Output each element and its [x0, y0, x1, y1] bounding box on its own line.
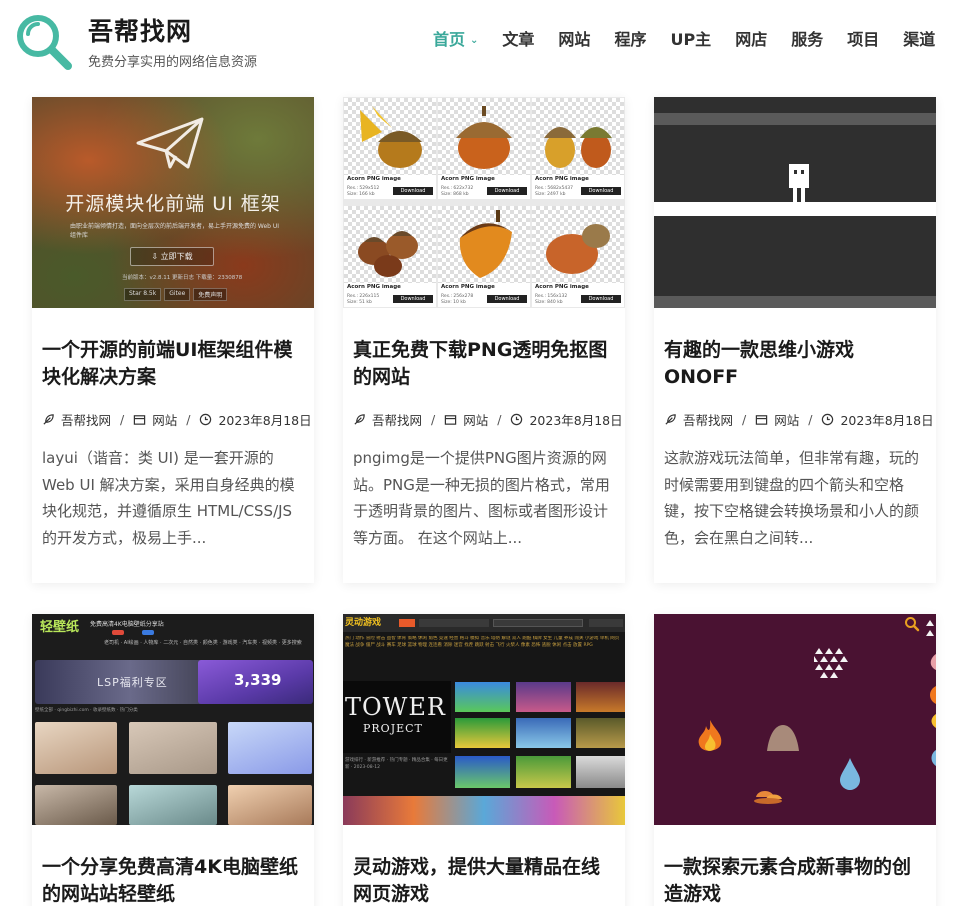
thumb-logo: 灵动游戏: [345, 618, 382, 628]
character-sprite: [789, 164, 809, 202]
search-icon[interactable]: [904, 616, 920, 632]
post-thumbnail[interactable]: [654, 614, 936, 825]
post-title[interactable]: 有趣的一款思维小游戏ONOFF: [664, 337, 928, 391]
thumb-chips: Star 8.5k Gitee 免费声明: [124, 288, 230, 301]
post-excerpt: 这款游戏玩法简单，但非常有趣，玩的时候需要用到键盘的四个箭头和空格键，按下空格键…: [664, 449, 920, 547]
post-date: 2023年8月18日: [529, 413, 623, 428]
thumb-tagline: 免费高清4K电脑壁纸分享站: [90, 621, 164, 628]
download-button: Download: [581, 187, 621, 195]
download-button: Download: [393, 187, 433, 195]
post-excerpt: layui（谐音：类 UI) 是一套开源的 Web UI 解决方案，采用自身经典…: [42, 449, 295, 547]
thumb-banner: LSP福利专区: [35, 660, 225, 704]
clock-icon: [822, 413, 834, 426]
feather-icon: [43, 414, 54, 425]
nav-item-home[interactable]: 首页 ⌄: [433, 28, 478, 54]
main-nav: 首页 ⌄ 文章 网站 程序 UP主 网店 服务 项目 渠道: [433, 28, 935, 54]
post-card[interactable]: 开源模块化前端 UI 框架 由职业前端倾情打造，面向全层次的前后端开发者，易上手…: [32, 97, 314, 583]
fire-element-icon: [698, 720, 722, 751]
chevron-down-icon: ⌄: [470, 35, 479, 46]
nav-item-channels[interactable]: 渠道: [903, 28, 935, 54]
acorn-image: [360, 106, 422, 168]
post-card[interactable]: 有趣的一款思维小游戏ONOFF 吾帮找网 / 网站 / 2023年8月18日 这…: [654, 97, 936, 583]
nav-item-websites[interactable]: 网站: [558, 28, 590, 54]
clock-icon: [200, 413, 212, 426]
post-category[interactable]: 网站: [774, 410, 799, 429]
post-thumbnail[interactable]: 开源模块化前端 UI 框架 由职业前端倾情打造，面向全层次的前后端开发者，易上手…: [32, 97, 314, 308]
post-title[interactable]: 一个分享免费高清4K电脑壁纸的网站站轻壁纸: [42, 854, 306, 906]
site-header: 吾帮找网 免费分享实用的网络信息资源 首页 ⌄ 文章 网站 程序 UP主 网店 服…: [0, 0, 970, 80]
acorn-image: [544, 127, 612, 168]
thumb-game-banner: [343, 796, 625, 825]
post-thumbnail[interactable]: 灵动游戏 热门 动作 冒险 射击 益智 体育 策略 休闲 角色 竞速 经营 格斗…: [343, 614, 625, 825]
feather-icon: [665, 414, 676, 425]
site-description: 免费分享实用的网络信息资源: [88, 55, 258, 70]
download-button: Download: [393, 295, 433, 303]
post-card[interactable]: Acorn PNG image Res.: 529x512 Size: 166 …: [343, 97, 625, 583]
site-title[interactable]: 吾帮找网: [88, 12, 192, 48]
thumb-version: 当前版本：v2.8.11 更新日志 下载量：2330878: [122, 275, 243, 281]
thumb-chip: Gitee: [164, 288, 191, 301]
nav-item-articles[interactable]: 文章: [502, 28, 534, 54]
post-date: 2023年8月18日: [840, 413, 934, 428]
thumb-logo: 轻壁纸: [40, 620, 80, 635]
nav-item-services[interactable]: 服务: [791, 28, 823, 54]
image-tile: Acorn PNG image Res.: 226x115 Size: 51 k…: [344, 206, 436, 307]
post-author[interactable]: 吾帮找网: [372, 410, 422, 429]
thumb-chip: Star 8.5k: [124, 288, 162, 301]
nav-item-shops[interactable]: 网店: [735, 28, 767, 54]
air-element-icon: [814, 648, 848, 678]
thumb-headline: 开源模块化前端 UI 框架: [65, 193, 281, 215]
post-meta: 吾帮找网 / 网站 / 2023年8月18日: [353, 410, 623, 429]
paper-plane-icon: [136, 117, 204, 169]
image-tile: Acorn PNG image Res.: 5682x5437 Size: 24…: [532, 98, 624, 199]
image-tile: Acorn PNG image Res.: 529x512 Size: 166 …: [344, 98, 436, 199]
post-date: 2023年8月18日: [218, 413, 312, 428]
image-tile: Acorn PNG image Res.: 622x732 Size: 868 …: [438, 98, 530, 199]
post-category[interactable]: 网站: [463, 410, 488, 429]
acorn-image: [459, 210, 512, 278]
acorn-image: [456, 106, 512, 169]
thumb-counter-panel: 3,339: [198, 660, 313, 704]
featured-game: TOWER PROJECT: [343, 681, 451, 753]
post-author[interactable]: 吾帮找网: [61, 410, 111, 429]
folder-icon: [445, 415, 457, 425]
post-excerpt: pngimg是一个提供PNG图片资源的网站。PNG是一种无损的图片格式，常用于透…: [353, 449, 610, 547]
nav-item-up[interactable]: UP主: [670, 28, 711, 54]
post-title[interactable]: 一款探索元素合成新事物的创造游戏: [664, 854, 928, 906]
thumb-chip: 免费声明: [193, 288, 228, 301]
post-title[interactable]: 真正免费下载PNG透明免抠图的网站: [353, 337, 617, 391]
clock-icon: [511, 413, 523, 426]
post-card[interactable]: 灵动游戏 热门 动作 冒险 射击 益智 体育 策略 休闲 角色 竞速 经营 格斗…: [343, 614, 625, 906]
post-meta: 吾帮找网 / 网站 / 2023年8月18日: [664, 410, 934, 429]
download-button: Download: [487, 187, 527, 195]
post-meta: 吾帮找网 / 网站 / 2023年8月18日: [42, 410, 312, 429]
feather-icon: [354, 414, 365, 425]
nav-item-projects[interactable]: 项目: [847, 28, 879, 54]
post-card[interactable]: 轻壁纸 免费高清4K电脑壁纸分享站 老司机 · AI绘画 · 人物库 · 二次元…: [32, 614, 314, 906]
water-element-icon: [840, 758, 860, 790]
download-button: ⇩ 立即下载: [130, 247, 214, 266]
post-thumbnail[interactable]: 轻壁纸 免费高清4K电脑壁纸分享站 老司机 · AI绘画 · 人物库 · 二次元…: [32, 614, 314, 825]
folder-icon: [134, 415, 146, 425]
partial-element-icon: [926, 620, 936, 766]
earth-element-icon: [767, 725, 799, 751]
acorn-image: [546, 224, 610, 274]
nav-item-programs[interactable]: 程序: [614, 28, 646, 54]
acorn-image: [358, 231, 418, 277]
post-author[interactable]: 吾帮找网: [683, 410, 733, 429]
post-thumbnail[interactable]: [654, 97, 936, 308]
magnifier-logo-icon[interactable]: [14, 12, 74, 72]
mushroom-element-icon: [754, 791, 782, 804]
post-title[interactable]: 一个开源的前端UI框架组件模块化解决方案: [42, 337, 306, 391]
image-tile: Acorn PNG image Res.: 256x278 Size: 10 k…: [438, 206, 530, 307]
image-tile: Acorn PNG image Res.: 156x132 Size: 840 …: [532, 206, 624, 307]
post-card[interactable]: 一款探索元素合成新事物的创造游戏: [654, 614, 936, 906]
thumb-subtext: 由职业前端倾情打造，面向全层次的前后端开发者，易上手开源免费的 Web UI 组…: [70, 223, 280, 239]
download-button: Download: [581, 295, 621, 303]
post-title[interactable]: 灵动游戏，提供大量精品在线网页游戏: [353, 854, 617, 906]
folder-icon: [756, 415, 768, 425]
post-thumbnail[interactable]: Acorn PNG image Res.: 529x512 Size: 166 …: [343, 97, 625, 308]
post-category[interactable]: 网站: [152, 410, 177, 429]
download-button: Download: [487, 295, 527, 303]
